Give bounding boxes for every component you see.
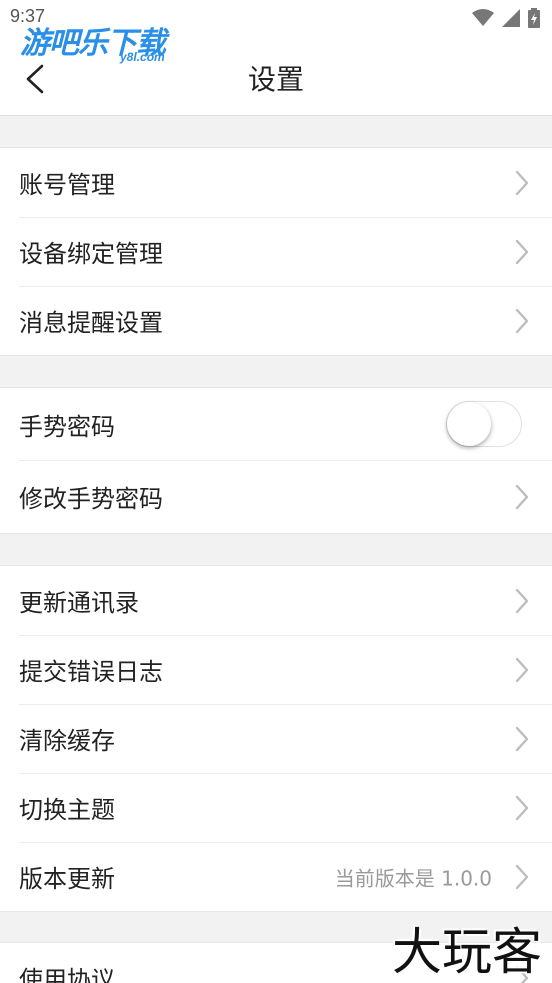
- row-label: 清除缓存: [19, 727, 115, 755]
- settings-row-switch-theme[interactable]: 切换主题: [0, 773, 552, 842]
- row-label: 设备绑定管理: [19, 240, 163, 268]
- chevron-right-icon: [515, 795, 529, 820]
- chevron-right-icon: [515, 657, 529, 682]
- watermark-logo: 游吧乐下载 y8l.com: [20, 18, 190, 66]
- watermark-logo-domain: y8l.com: [120, 50, 165, 64]
- signal-icon: [502, 9, 520, 27]
- settings-section-general: 更新通讯录 提交错误日志 清除缓存 切换主题 版本更新 当前版本是 1.0.0: [0, 565, 552, 912]
- current-version-text: 当前版本是 1.0.0: [334, 866, 492, 890]
- settings-row-clear-cache[interactable]: 清除缓存: [0, 704, 552, 773]
- settings-row-notification-settings[interactable]: 消息提醒设置: [0, 286, 552, 355]
- settings-row-submit-error-log[interactable]: 提交错误日志: [0, 635, 552, 704]
- chevron-right-icon: [515, 308, 529, 333]
- settings-section-gesture: 手势密码 修改手势密码: [0, 387, 552, 534]
- chevron-right-icon: [515, 726, 529, 751]
- status-icons: [472, 8, 540, 28]
- row-label: 更新通讯录: [19, 589, 139, 617]
- row-label: 手势密码: [19, 412, 115, 441]
- chevron-right-icon: [515, 239, 529, 264]
- settings-row-change-gesture-password[interactable]: 修改手势密码: [0, 460, 552, 533]
- row-label: 提交错误日志: [19, 658, 163, 686]
- chevron-right-icon: [515, 588, 529, 613]
- toggle-knob: [447, 402, 491, 446]
- brand-watermark: 大玩客: [392, 923, 542, 981]
- settings-row-version-update[interactable]: 版本更新 当前版本是 1.0.0: [0, 842, 552, 911]
- wifi-icon: [472, 9, 494, 26]
- row-label: 切换主题: [19, 796, 115, 824]
- row-label: 修改手势密码: [19, 485, 163, 513]
- row-label: 版本更新: [19, 865, 115, 893]
- settings-row-device-binding[interactable]: 设备绑定管理: [0, 217, 552, 286]
- row-label: 使用协议: [19, 966, 115, 983]
- chevron-right-icon: [515, 864, 529, 889]
- row-label: 消息提醒设置: [19, 309, 163, 337]
- gesture-password-toggle[interactable]: [446, 401, 522, 447]
- settings-section-account: 账号管理 设备绑定管理 消息提醒设置: [0, 147, 552, 356]
- row-label: 账号管理: [19, 171, 115, 199]
- chevron-right-icon: [515, 484, 529, 509]
- settings-row-update-contacts[interactable]: 更新通讯录: [0, 566, 552, 635]
- chevron-right-icon: [515, 170, 529, 195]
- settings-row-gesture-password: 手势密码: [0, 388, 552, 460]
- battery-charging-icon: [528, 8, 540, 28]
- settings-row-account-management[interactable]: 账号管理: [0, 148, 552, 217]
